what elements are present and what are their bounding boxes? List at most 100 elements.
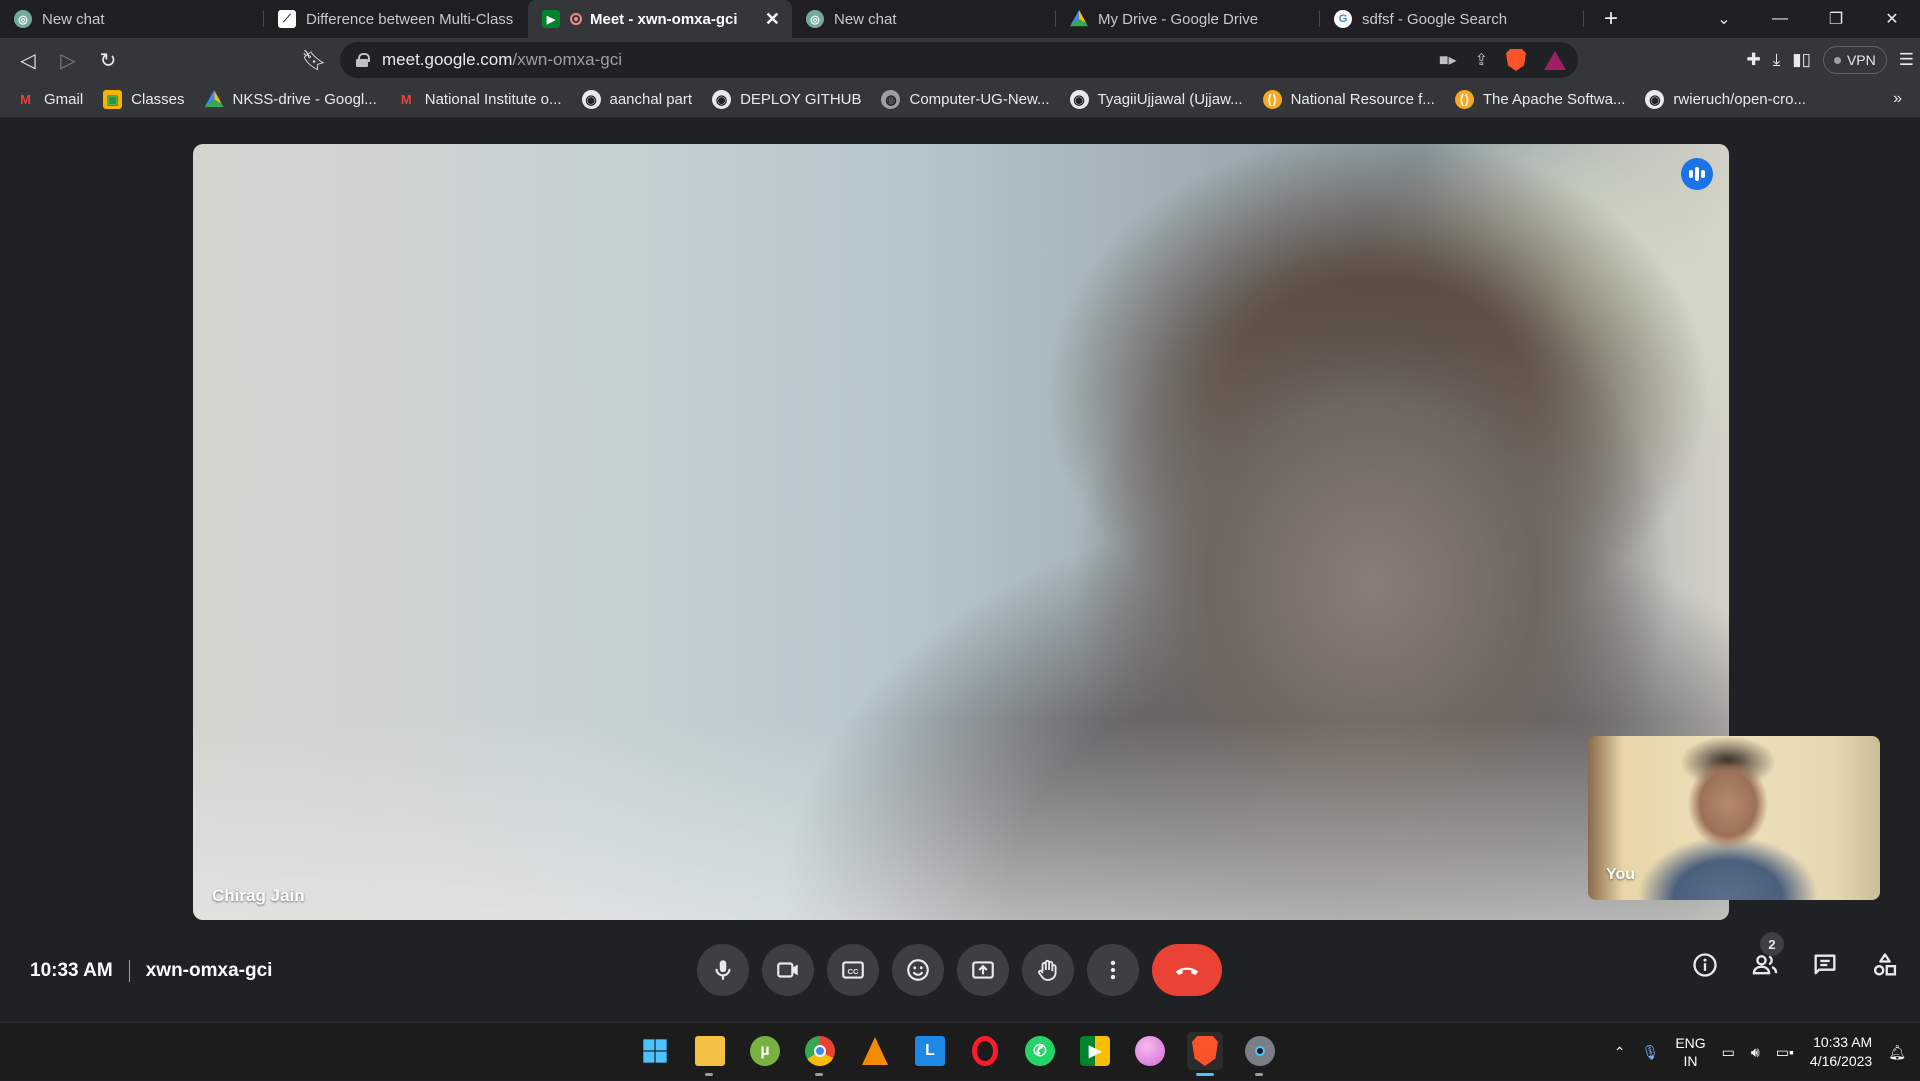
present-screen-button[interactable]: [957, 944, 1009, 996]
meeting-info: 10:33 AM xwn-omxa-gci: [30, 960, 272, 982]
notifications-icon[interactable]: 🔔︎: [1888, 1044, 1906, 1061]
tab-search-icon[interactable]: ⌄: [1696, 0, 1752, 38]
menu-icon[interactable]: ☰: [1899, 50, 1914, 70]
bookmark-item[interactable]: M Gmail: [16, 90, 83, 109]
address-bar[interactable]: meet.google.com/xwn-omxa-gci ■▸ ⇪: [340, 42, 1578, 78]
start-button[interactable]: [637, 1032, 673, 1070]
input-language[interactable]: ENG IN: [1675, 1034, 1705, 1070]
recording-icon: [570, 13, 582, 25]
taskbar-app-brave[interactable]: [1187, 1032, 1223, 1076]
vlc-icon: [860, 1036, 890, 1066]
vpn-label: VPN: [1846, 52, 1876, 68]
github-icon: ◉: [581, 90, 601, 109]
taskbar-app-meet[interactable]: ▶: [1077, 1032, 1113, 1070]
clock[interactable]: 10:33 AM 4/16/2023: [1810, 1033, 1872, 1071]
browser-tab[interactable]: G sdfsf - Google Search: [1320, 0, 1584, 38]
google-meet-icon: ▶: [542, 10, 560, 28]
drop-app-icon: [1135, 1036, 1165, 1066]
chat-button[interactable]: [1808, 948, 1842, 982]
github-icon: ◉: [712, 90, 732, 109]
gmail-icon: M: [20, 92, 31, 107]
bookmark-item[interactable]: ◉ aanchal part: [581, 90, 692, 109]
back-icon[interactable]: ◁: [8, 42, 48, 78]
taskbar-app-settings[interactable]: [1242, 1032, 1278, 1076]
close-tab-icon[interactable]: ✕: [765, 9, 780, 30]
battery-icon[interactable]: ▭▪: [1776, 1044, 1794, 1061]
brave-rewards-icon[interactable]: [1544, 50, 1566, 70]
taskbar-app-whatsapp[interactable]: ✆: [1022, 1032, 1058, 1070]
bookmark-label: Classes: [131, 91, 185, 108]
chat-icon: [1814, 954, 1836, 975]
bookmark-item[interactable]: ▣ Classes: [103, 90, 185, 109]
emoji-reactions-button[interactable]: [892, 944, 944, 996]
bookmark-item[interactable]: NKSS-drive - Googl...: [204, 90, 377, 109]
bookmark-item[interactable]: ◍ Computer-UG-New...: [881, 90, 1050, 109]
bookmark-item[interactable]: ⟨⟩ The Apache Softwa...: [1454, 90, 1625, 109]
vpn-status-icon: [1833, 56, 1841, 64]
microphone-in-use-icon[interactable]: 🎙︎: [1642, 1044, 1660, 1061]
browser-tab-strip: ◎ New chat ⟋ Difference between Multi-Cl…: [0, 0, 1920, 38]
browser-tab[interactable]: ◎ New chat: [0, 0, 264, 38]
meeting-details-button[interactable]: [1688, 948, 1722, 982]
chevron-up-icon[interactable]: ⌃: [1614, 1044, 1626, 1061]
reload-icon[interactable]: ↻: [88, 42, 128, 78]
browser-tab-active[interactable]: ▶ Meet - xwn-omxa-gci ✕: [528, 0, 792, 38]
share-icon[interactable]: ⇪: [1475, 50, 1488, 70]
bookmark-label: NKSS-drive - Googl...: [232, 91, 377, 108]
participant-video-tile[interactable]: Chirag Jain: [193, 144, 1729, 920]
minimize-icon[interactable]: —: [1752, 0, 1808, 38]
bookmarks-overflow-icon[interactable]: »: [1893, 90, 1902, 108]
people-button[interactable]: 2: [1748, 932, 1784, 982]
restore-icon[interactable]: ❐: [1808, 0, 1864, 38]
camera-button[interactable]: [762, 944, 814, 996]
brave-shields-icon[interactable]: [1506, 49, 1526, 71]
taskbar-app-drop[interactable]: [1132, 1032, 1168, 1070]
camera-in-use-icon[interactable]: ■▸: [1439, 50, 1457, 70]
taskbar-app-opera[interactable]: [967, 1032, 1003, 1070]
taskbar-app-chrome[interactable]: [802, 1032, 838, 1076]
bookmark-item[interactable]: ⟨⟩ National Resource f...: [1262, 90, 1435, 109]
raise-hand-button[interactable]: [1022, 944, 1074, 996]
browser-tab[interactable]: ◎ New chat: [792, 0, 1056, 38]
taskbar-app-l[interactable]: L: [912, 1032, 948, 1070]
bookmark-icon[interactable]: 🔖︎: [294, 42, 334, 78]
network-icon[interactable]: ▭: [1722, 1044, 1735, 1061]
taskbar-app-utorrent[interactable]: µ: [747, 1032, 783, 1070]
activities-button[interactable]: [1868, 948, 1902, 982]
close-window-icon[interactable]: ✕: [1864, 0, 1920, 38]
meeting-code: xwn-omxa-gci: [145, 960, 273, 981]
more-options-button[interactable]: [1087, 944, 1139, 996]
lang-region: IN: [1683, 1053, 1698, 1069]
lock-icon: [356, 53, 370, 67]
chatgpt-icon: ◎: [806, 10, 824, 28]
tab-title: New chat: [834, 10, 897, 28]
closed-captions-icon: CC: [842, 961, 864, 979]
taskbar-app-vlc[interactable]: [857, 1032, 893, 1070]
l-app-icon: L: [915, 1036, 945, 1066]
vpn-button[interactable]: VPN: [1822, 46, 1887, 74]
microphone-button[interactable]: [697, 944, 749, 996]
new-tab-button[interactable]: +: [1584, 0, 1638, 38]
download-icon[interactable]: ⤓: [1773, 50, 1781, 70]
leave-call-button[interactable]: [1152, 944, 1222, 996]
captions-button[interactable]: CC: [827, 944, 879, 996]
extensions-icon[interactable]: ✚: [1746, 50, 1760, 70]
volume-icon[interactable]: 🔊︎: [1751, 1044, 1760, 1061]
call-controls: CC: [697, 944, 1222, 996]
taskbar-app-file-explorer[interactable]: [692, 1032, 728, 1076]
browser-tab[interactable]: My Drive - Google Drive: [1056, 0, 1320, 38]
bookmark-item[interactable]: ◉ rwieruch/open-cro...: [1645, 90, 1806, 109]
bookmark-item[interactable]: ◉ DEPLOY GITHUB: [712, 90, 861, 109]
browser-tab[interactable]: ⟋ Difference between Multi-Class a: [264, 0, 528, 38]
more-vertical-icon: [1110, 960, 1116, 980]
browser-toolbar: ◁ ▷ ↻ 🔖︎ meet.google.com/xwn-omxa-gci ■▸…: [0, 38, 1920, 82]
globe-icon: ◍: [881, 90, 901, 109]
bookmark-item[interactable]: M National Institute o...: [397, 90, 562, 109]
bookmark-item[interactable]: ◉ TyagiiUjjawal (Ujjaw...: [1069, 90, 1243, 109]
bookmark-label: TyagiiUjjawal (Ujjaw...: [1097, 91, 1243, 108]
end-call-icon: [1175, 967, 1199, 975]
bookmarks-bar: M Gmail ▣ Classes NKSS-drive - Googl... MN…: [0, 82, 1920, 118]
sidebar-icon[interactable]: ▮▯: [1792, 50, 1811, 70]
forward-icon[interactable]: ▷: [48, 42, 88, 78]
self-video-tile[interactable]: You: [1588, 736, 1880, 900]
